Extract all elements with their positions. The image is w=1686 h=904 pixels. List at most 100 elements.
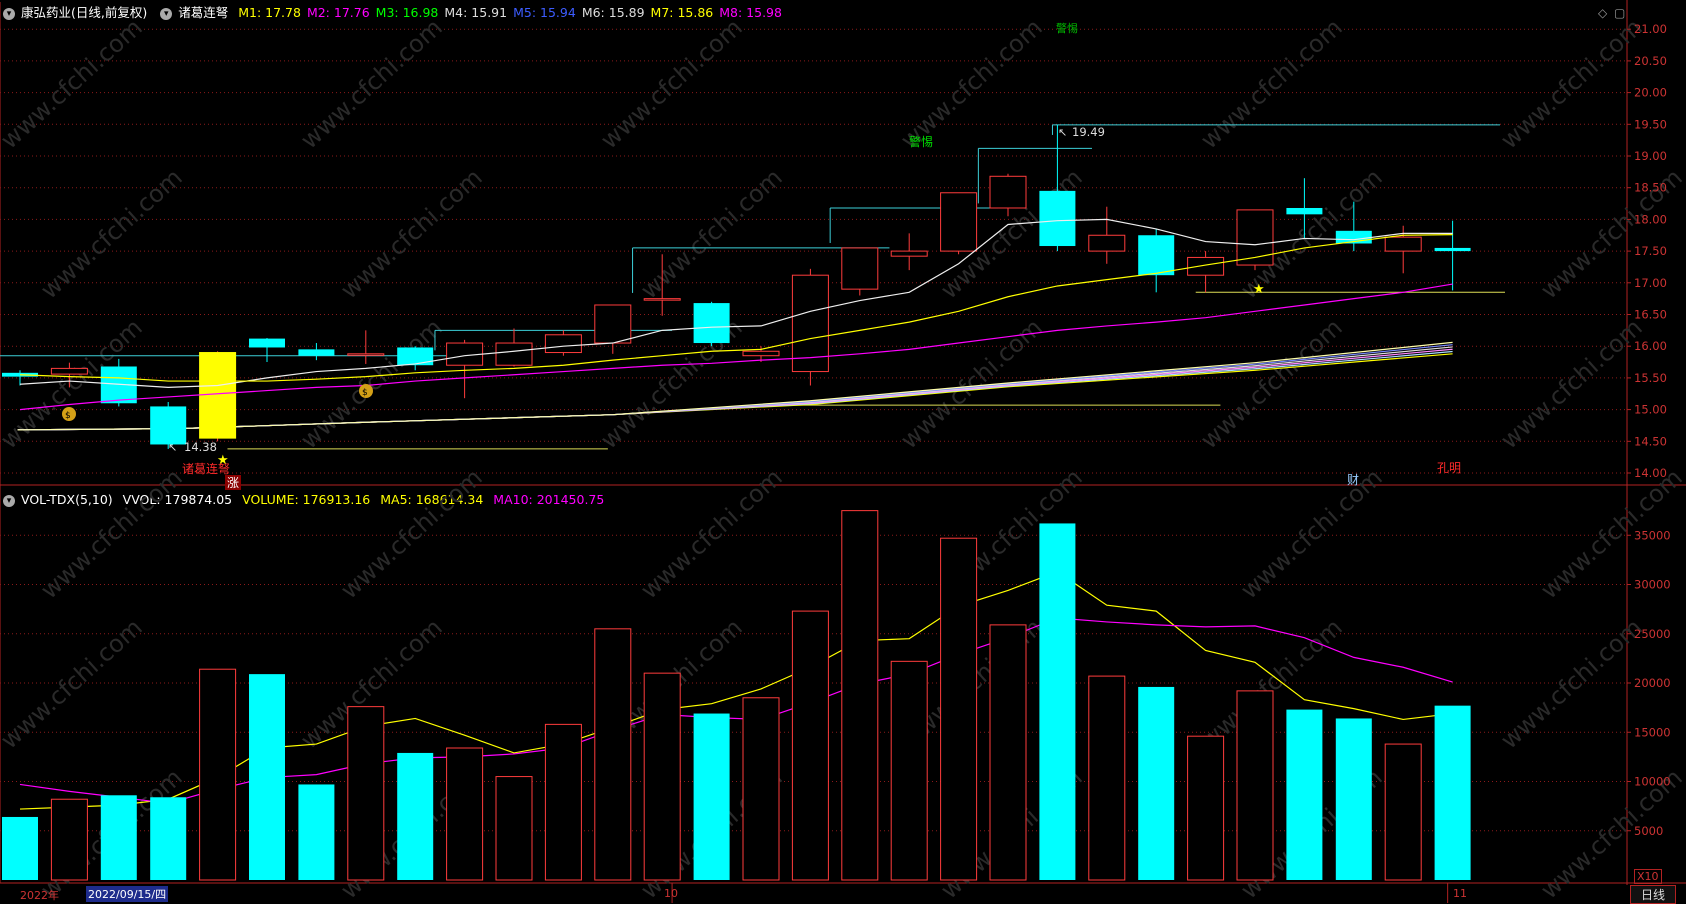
- vol-tick-label: 35000: [1634, 528, 1671, 542]
- selected-date-label[interactable]: 2022/09/15/四: [86, 886, 169, 902]
- volume-bar: [1187, 735, 1225, 881]
- volume-bar: [544, 723, 582, 881]
- price-tick-label: 15.00: [1634, 403, 1667, 417]
- price-tick-label: 16.50: [1634, 308, 1667, 322]
- volume-bar: [446, 747, 484, 881]
- star-icon: ★: [1253, 282, 1265, 297]
- cai-label: 财: [1347, 473, 1359, 487]
- bottom-date-bar: 2022年 2022/09/15/四 10 11 日线: [0, 885, 1686, 904]
- high-price-label: 19.49: [1072, 125, 1105, 139]
- price-tick-label: 17.00: [1634, 276, 1667, 290]
- watermark-text: www.cfchi.com: [1235, 463, 1387, 604]
- star-icon: ★: [217, 453, 229, 468]
- price-tick-label: 19.50: [1634, 117, 1667, 131]
- low-price-label: 14.38: [184, 440, 217, 454]
- price-tick-label: 14.50: [1634, 434, 1667, 448]
- vol-tick-label: 20000: [1634, 676, 1671, 690]
- volume-bar: [298, 784, 335, 880]
- axes: 21.00 20.50 20.00 19.50 19.00 18.50 18.00 17.50…: [1627, 22, 1671, 838]
- low-arrow-icon: ↖: [168, 441, 177, 454]
- watermark-text: www.cfchi.com: [0, 13, 148, 154]
- vol-tick-label: 10000: [1634, 775, 1671, 789]
- candle-body: [199, 352, 237, 439]
- volume-bar: [1286, 709, 1323, 880]
- watermark-text: www.cfchi.com: [635, 463, 787, 604]
- money-bag-icon: $: [62, 407, 76, 421]
- volume-bar: [940, 537, 978, 881]
- vol-multiplier-label: X10: [1634, 869, 1662, 884]
- candle-body: [150, 406, 187, 445]
- candle-body: [940, 192, 978, 252]
- candle-body: [1286, 207, 1323, 215]
- price-tick-label: 15.50: [1634, 371, 1667, 385]
- candle-body: [347, 353, 385, 356]
- candle-body: [50, 367, 88, 375]
- price-tick-label: 18.00: [1634, 212, 1667, 226]
- candle-body: [249, 338, 285, 348]
- candle-body: [397, 347, 434, 366]
- volume-bar: [594, 628, 632, 881]
- watermark-text: www.cfchi.com: [295, 313, 447, 454]
- volume-bar: [1039, 523, 1076, 880]
- volume-bar: [100, 795, 137, 880]
- watermark-text: www.cfchi.com: [295, 13, 447, 154]
- price-tick-label: 16.00: [1634, 339, 1667, 353]
- volume-bar: [199, 668, 237, 881]
- price-tick-label: 20.50: [1634, 54, 1667, 68]
- volume-bar: [1434, 705, 1471, 880]
- volume-bar: [249, 674, 285, 880]
- volume-bar: [347, 706, 385, 881]
- volume-bar: [643, 672, 681, 881]
- volume-bar: [1236, 690, 1274, 881]
- price-tick-label: 18.50: [1634, 181, 1667, 195]
- vol-tick-label: 15000: [1634, 725, 1671, 739]
- candle-body: [544, 334, 582, 354]
- candle-body: [298, 349, 335, 356]
- period-label[interactable]: 日线: [1630, 885, 1677, 904]
- volume-bar: [841, 510, 879, 881]
- stock-chart[interactable]: www.cfchi.com www.cfchi.com www.cfchi.com w…: [0, 0, 1686, 903]
- candle-body: [1434, 247, 1471, 252]
- volume-bar: [50, 798, 88, 881]
- volume-bar: [1384, 743, 1422, 881]
- watermark-text: www.cfchi.com: [1495, 613, 1647, 754]
- candle-body: [989, 175, 1027, 209]
- candle-body: [1236, 209, 1274, 266]
- warn-label: 警惕: [909, 134, 933, 149]
- watermark-text: www.cfchi.com: [1495, 313, 1647, 454]
- vol-tick-label: 30000: [1634, 578, 1671, 592]
- svg-text:$: $: [362, 388, 368, 398]
- watermark-text: www.cfchi.com: [35, 463, 187, 604]
- candle-body: [495, 342, 533, 366]
- watermark-text: www.cfchi.com: [1495, 13, 1647, 154]
- volume-bar: [791, 610, 829, 881]
- candle-body: [841, 247, 879, 290]
- candle-body: [742, 350, 780, 357]
- high-arrow-icon: ↖: [1058, 126, 1067, 139]
- volume-bar: [890, 660, 928, 881]
- watermark-text: www.cfchi.com: [895, 13, 1047, 154]
- vol-tick-label: 5000: [1634, 824, 1663, 838]
- price-tick-label: 20.00: [1634, 86, 1667, 100]
- candle-body: [693, 303, 730, 344]
- price-tick-label: 14.00: [1634, 466, 1667, 480]
- candle-body: [890, 250, 928, 257]
- money-bag-icon: $: [359, 384, 373, 398]
- volume-bar: [1088, 675, 1126, 881]
- price-tick-label: 21.00: [1634, 22, 1667, 36]
- volume-bar: [397, 752, 434, 880]
- vol-tick-label: 25000: [1634, 627, 1671, 641]
- candle-body: [1138, 235, 1175, 276]
- price-tick-label: 17.50: [1634, 244, 1667, 258]
- month-nov-label: 11: [1453, 887, 1467, 900]
- warn-top-label: 警惕: [1056, 21, 1078, 35]
- watermark-text: www.cfchi.com: [595, 13, 747, 154]
- kongming-label: 孔明: [1437, 461, 1461, 475]
- candle-body: [594, 304, 632, 344]
- watermark-text: www.cfchi.com: [335, 463, 487, 604]
- price-tick-label: 19.00: [1634, 149, 1667, 163]
- volume-bar: [2, 816, 38, 880]
- candle-body: [1384, 236, 1422, 252]
- month-oct-label: 10: [664, 887, 678, 900]
- volume-bar: [989, 624, 1027, 881]
